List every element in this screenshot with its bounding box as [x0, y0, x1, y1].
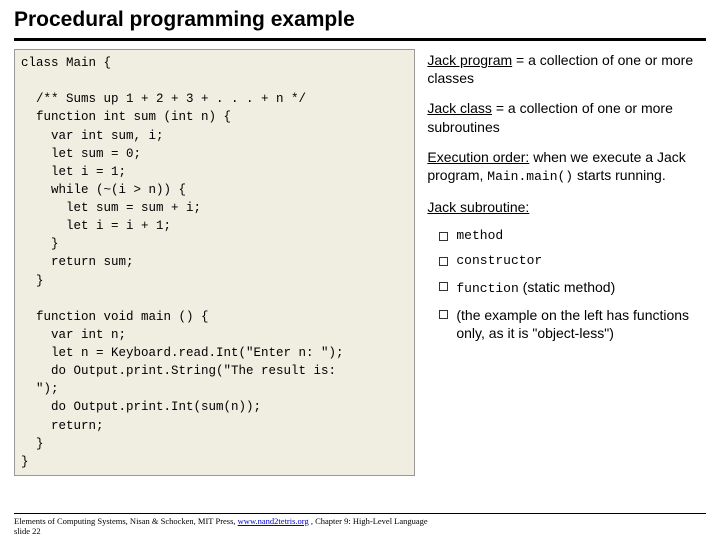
bullet-note: (the example on the left has functions o…	[456, 306, 706, 342]
exec-code: Main.main()	[487, 169, 573, 184]
bullet-list: method constructor function (static meth…	[427, 228, 706, 342]
square-bullet-icon	[439, 232, 448, 241]
slide-number: slide 22	[14, 526, 41, 536]
exec-text-2: starts running.	[573, 167, 666, 183]
para-exec: Execution order: when we execute a Jack …	[427, 148, 706, 186]
term-subroutine: Jack subroutine:	[427, 199, 529, 215]
list-item: function (static method)	[439, 278, 706, 298]
term-exec-order: Execution order:	[427, 149, 529, 165]
right-column: Jack program = a collection of one or mo…	[427, 49, 706, 476]
slide-title: Procedural programming example	[14, 8, 706, 41]
para-program: Jack program = a collection of one or mo…	[427, 51, 706, 87]
content-row: class Main { /** Sums up 1 + 2 + 3 + . .…	[14, 49, 706, 476]
term-jack-class: Jack class	[427, 100, 492, 116]
para-class: Jack class = a collection of one or more…	[427, 99, 706, 135]
bullet-function-text: (static method)	[519, 279, 615, 295]
bullet-constructor: constructor	[456, 253, 542, 270]
footer: Elements of Computing Systems, Nisan & S…	[14, 513, 706, 536]
code-block: class Main { /** Sums up 1 + 2 + 3 + . .…	[14, 49, 415, 476]
square-bullet-icon	[439, 282, 448, 291]
term-jack-program: Jack program	[427, 52, 512, 68]
left-column: class Main { /** Sums up 1 + 2 + 3 + . .…	[14, 49, 415, 476]
slide: Procedural programming example class Mai…	[0, 0, 720, 540]
list-item: (the example on the left has functions o…	[439, 306, 706, 342]
bullet-function-code: function	[456, 281, 518, 296]
list-item: method	[439, 228, 706, 245]
footer-text-2: , Chapter 9: High-Level Language	[309, 516, 428, 526]
square-bullet-icon	[439, 257, 448, 266]
para-subroutine: Jack subroutine:	[427, 198, 706, 216]
bullet-function: function (static method)	[456, 278, 615, 298]
footer-link[interactable]: www.nand2tetris.org	[238, 516, 309, 526]
list-item: constructor	[439, 253, 706, 270]
square-bullet-icon	[439, 310, 448, 319]
footer-text-1: Elements of Computing Systems, Nisan & S…	[14, 516, 238, 526]
bullet-method: method	[456, 228, 503, 245]
